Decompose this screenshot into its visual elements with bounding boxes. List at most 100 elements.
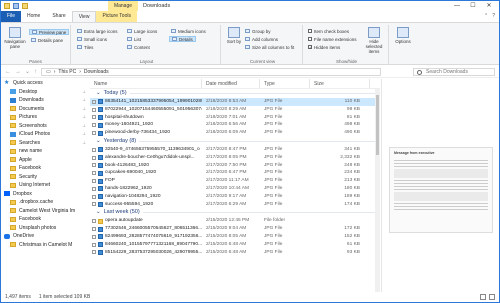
column-name[interactable]: Name	[90, 79, 202, 88]
file-row[interactable]: 87022944_10207154460555091_5019563074...…	[90, 106, 380, 114]
nav-item[interactable]: Desktop ⊥	[1, 88, 89, 97]
row-checkbox[interactable]	[92, 227, 96, 232]
tab-file[interactable]: File	[1, 11, 21, 22]
row-checkbox[interactable]	[92, 179, 96, 184]
file-name-cell[interactable]: 87022944_10207154460555091_5019563074...	[90, 106, 202, 114]
details-view-icon[interactable]	[480, 294, 486, 300]
file-name-cell[interactable]: cupcakes-690040_1920	[90, 169, 202, 177]
navigation-pane-button[interactable]: Navigation pane	[3, 27, 27, 49]
row-checkbox[interactable]	[92, 115, 96, 120]
breadcrumb-downloads[interactable]: Downloads	[84, 69, 109, 75]
pin-icon[interactable]: ⊥	[83, 113, 86, 122]
file-row[interactable]: hands-1822962_1920 2/17/2020 10:44 AM JPG …	[90, 185, 380, 193]
nav-item[interactable]: Security	[1, 173, 89, 182]
row-checkbox[interactable]	[92, 202, 96, 207]
hidden-items-toggle[interactable]: ✓ Hidden items	[308, 44, 340, 50]
hidden-items-checkbox[interactable]: ✓	[308, 45, 312, 50]
search-input[interactable]: Search Downloads	[413, 68, 495, 76]
back-arrow-icon[interactable]: ←	[5, 68, 11, 76]
row-checkbox[interactable]	[92, 194, 96, 199]
file-row[interactable]: 82499693_2828577474075619_917192356... 2/…	[90, 233, 380, 241]
large-icons-view-icon[interactable]	[489, 294, 495, 300]
help-icon[interactable]: ?	[492, 11, 495, 22]
forward-arrow-icon[interactable]: →	[15, 68, 21, 76]
file-name-cell[interactable]: 84660240_10155797771321168_89047790...	[90, 241, 202, 249]
file-name-cell[interactable]: alexandre-boucher-Ce0hgu7didok-unspl...	[90, 154, 202, 162]
file-row[interactable]: navigation-1048294_1920 2/17/2020 9:17 AM…	[90, 193, 380, 201]
file-name-cell[interactable]: 32540-9_474656375955570_1139634901_o	[90, 146, 202, 154]
file-extensions-toggle[interactable]: File name extensions	[308, 36, 357, 42]
minimize-button[interactable]: —	[449, 1, 465, 11]
folder-icon[interactable]	[4, 3, 10, 9]
chevron-down-icon[interactable]: ⌄	[96, 89, 101, 98]
tiles-option[interactable]: Tiles	[77, 44, 93, 50]
tab-picture-tools[interactable]: Picture Tools	[96, 11, 137, 22]
file-name-cell[interactable]: 82499693_2828577474075619_917192356...	[90, 233, 202, 241]
file-row[interactable]: 84660240_10155797771321168_89047790... 2/…	[90, 241, 380, 249]
file-row[interactable]: FOP 2/17/2020 11:17 AM JPG File 213 KB	[90, 177, 380, 185]
nav-item[interactable]: Apple	[1, 156, 89, 165]
row-checkbox[interactable]	[92, 99, 96, 104]
group-header[interactable]: ⌄ Today (5)	[90, 89, 380, 98]
content-option[interactable]: Content	[127, 44, 150, 50]
file-name-cell[interactable]: 77302546_2466005570545627_806511366...	[90, 225, 202, 233]
nav-item[interactable]: Using Internet	[1, 181, 89, 190]
pin-icon[interactable]: ⊥	[83, 88, 86, 97]
nav-item[interactable]: .dropbox.cache	[1, 198, 89, 207]
options-button[interactable]: Options	[393, 27, 413, 44]
list-option[interactable]: List	[127, 36, 141, 42]
manage-contextual-tab[interactable]: Manage	[108, 1, 138, 11]
group-header[interactable]: ⌄ Last week (50)	[90, 208, 380, 217]
file-row[interactable]: book-4126483_1920 2/17/2020 7:50 PM JPG Fi…	[90, 162, 380, 170]
pin-icon[interactable]: ⊥	[83, 122, 86, 131]
nav-item[interactable]: Screenshots ⊥	[1, 122, 89, 131]
properties-icon[interactable]	[13, 3, 19, 9]
column-type[interactable]: Type	[260, 79, 310, 88]
file-name-cell[interactable]: 85154229_2837537295030026_429079955...	[90, 249, 202, 257]
chevron-down-icon[interactable]: ⌄	[96, 137, 101, 146]
file-name-cell[interactable]: hands-1822962_1920	[90, 185, 202, 193]
tab-home[interactable]: Home	[21, 11, 46, 22]
details-pane-button[interactable]: Details pane	[31, 37, 63, 43]
close-button[interactable]: ✕	[481, 1, 497, 11]
group-header[interactable]: ⌄ Yesterday (8)	[90, 137, 380, 146]
nav-item[interactable]: new name	[1, 147, 89, 156]
row-checkbox[interactable]	[92, 219, 96, 224]
nav-item[interactable]: Unsplash photos	[1, 224, 89, 233]
file-name-cell[interactable]: money-1604921_1920	[90, 121, 202, 129]
file-name-cell[interactable]: book-4126483_1920	[90, 162, 202, 170]
row-checkbox[interactable]	[92, 131, 96, 136]
file-row[interactable]: hospital-shutdown 2/18/2020 7:01 AM JPG Fi…	[90, 114, 380, 122]
row-checkbox[interactable]	[92, 250, 96, 255]
tab-share[interactable]: Share	[46, 11, 71, 22]
row-checkbox[interactable]	[92, 147, 96, 152]
nav-item[interactable]: Facebook	[1, 215, 89, 224]
column-date-modified[interactable]: Date modified	[202, 79, 260, 88]
file-name-cell[interactable]: hospital-shutdown	[90, 114, 202, 122]
nav-item[interactable]: Camelot West Virginia Im	[1, 207, 89, 216]
file-row[interactable]: cupcakes-690040_1920 2/17/2020 6:47 PM JPG…	[90, 169, 380, 177]
new-folder-icon[interactable]	[22, 3, 28, 9]
group-by-button[interactable]: Group by	[245, 28, 271, 34]
size-columns-button[interactable]: Size all columns to fit	[245, 44, 294, 50]
tab-view[interactable]: View	[71, 11, 97, 22]
file-name-cell[interactable]: 86354141_10215853337995054_1999010289...	[90, 98, 202, 106]
details-option[interactable]: Details	[169, 36, 196, 42]
nav-item[interactable]: Dropbox	[1, 190, 89, 199]
pin-icon[interactable]: ⊥	[83, 105, 86, 114]
pin-icon[interactable]: ⊥	[83, 96, 86, 105]
file-name-cell[interactable]: FOP	[90, 177, 202, 185]
sort-by-button[interactable]: Sort by	[225, 27, 243, 44]
file-name-cell[interactable]: opera autoupdate	[90, 217, 202, 225]
file-row[interactable]: 32540-9_474656375955570_1139634901_o 2/17…	[90, 146, 380, 154]
small-icons-option[interactable]: Small icons	[77, 36, 107, 42]
row-checkbox[interactable]	[92, 186, 96, 191]
item-check-boxes-toggle[interactable]: Item check boxes	[308, 28, 349, 34]
row-checkbox[interactable]	[92, 123, 96, 128]
hide-selected-button[interactable]: Hide selected items	[361, 27, 387, 54]
file-row[interactable]: success-955594_1920 2/17/2020 6:29 AM JPG …	[90, 201, 380, 209]
up-arrow-icon[interactable]: ↑	[34, 68, 37, 76]
file-name-cell[interactable]: navigation-1048294_1920	[90, 193, 202, 201]
nav-item[interactable]: Christmas in Camelot M	[1, 241, 89, 250]
file-row[interactable]: 77302546_2466005570545627_806511366... 2/…	[90, 225, 380, 233]
